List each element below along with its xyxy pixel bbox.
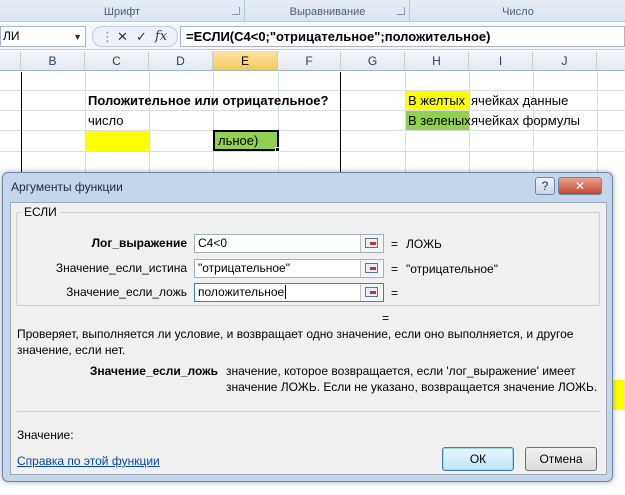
legend-yellow-highlight[interactable]: В желтых <box>408 92 465 110</box>
value-label: Значение: <box>17 428 74 442</box>
arg-result-value-if-true: "отрицательное" <box>406 262 498 276</box>
ribbon-group-font: Шрифт <box>0 0 245 22</box>
collapse-dialog-icon[interactable] <box>360 235 382 252</box>
function-arguments-dialog: Аргументы функции ? ✕ ЕСЛИ Лог_выражение… <box>2 172 613 482</box>
grid-line <box>0 151 625 152</box>
enter-formula-icon[interactable]: ✓ <box>136 28 147 46</box>
name-box-value: ЛИ <box>3 29 20 43</box>
total-eq-sign: = <box>382 311 390 325</box>
column-header-partial[interactable] <box>597 51 625 71</box>
function-group: ЕСЛИ Лог_выражение C4<0 = ЛОЖЬ Значение_… <box>16 205 600 306</box>
formula-bar: ЛИ ▼ ⋮ ✕ ✓ fx =ЕСЛИ(C4<0;"отрицательное"… <box>0 23 625 50</box>
column-header-e[interactable]: E <box>213 51 278 71</box>
insert-function-icon[interactable]: fx <box>155 28 167 46</box>
formula-buttons: ⋮ ✕ ✓ fx <box>92 26 178 47</box>
ok-button[interactable]: ОК <box>442 447 514 471</box>
column-header-b[interactable]: B <box>21 51 85 71</box>
column-header-f[interactable]: F <box>278 51 341 71</box>
divider <box>17 411 601 412</box>
active-cell-e4[interactable]: льное) <box>213 130 279 151</box>
arg-eq-sign: = <box>391 262 399 276</box>
column-header-d[interactable]: D <box>149 51 213 71</box>
arg-label-value-if-true: Значение_если_истина <box>55 261 187 275</box>
column-header-h[interactable]: H <box>405 51 469 71</box>
ribbon-group-number-label: Число <box>502 6 534 18</box>
legend-green-text[interactable]: ячейках формулы <box>471 112 580 130</box>
grid-line <box>149 72 150 182</box>
dialog-title: Аргументы функции <box>11 180 123 194</box>
grid-line <box>213 72 214 182</box>
grid-line <box>278 72 279 182</box>
fill-handle[interactable] <box>275 147 280 152</box>
column-header-i[interactable]: I <box>469 51 533 71</box>
name-box[interactable]: ЛИ ▼ <box>0 26 86 47</box>
close-button[interactable]: ✕ <box>558 177 602 195</box>
param-name: Значение_если_ложь <box>89 364 218 378</box>
arg-value-logical-test: C4<0 <box>198 236 228 250</box>
arg-label-value-if-false: Значение_если_ложь <box>66 285 187 299</box>
grid-line <box>597 72 598 182</box>
input-cell-c4[interactable] <box>86 131 149 151</box>
ribbon-group-alignment: Выравнивание <box>246 0 410 22</box>
dialog-launcher-icon[interactable] <box>397 7 405 15</box>
param-description: значение, которое возвращается, если 'ло… <box>226 364 598 394</box>
box-border-left <box>21 72 22 172</box>
collapse-dialog-icon[interactable] <box>360 284 382 301</box>
arg-eq-sign: = <box>391 286 399 300</box>
column-header-j[interactable]: J <box>533 51 597 71</box>
arg-label-logical-test: Лог_выражение <box>91 236 187 250</box>
grid-line <box>0 110 625 111</box>
collapse-dialog-icon[interactable] <box>360 260 382 277</box>
legend-yellow-text[interactable]: ячейках данные <box>471 92 568 110</box>
function-description: Проверяет, выполняется ли условие, и воз… <box>17 327 574 357</box>
arg-input-value-if-false[interactable]: положительное <box>194 283 384 302</box>
function-help-link[interactable]: Справка по этой функции <box>17 454 160 468</box>
ribbon-group-alignment-label: Выравнивание <box>289 6 366 18</box>
corner-header[interactable] <box>0 51 21 71</box>
ribbon-group-bar: Шрифт Выравнивание Число <box>0 0 625 22</box>
cancel-button[interactable]: Отмена <box>525 447 597 471</box>
yellow-cell-strip <box>612 380 625 410</box>
dialog-launcher-icon[interactable] <box>232 7 240 15</box>
legend-green-highlight[interactable]: В зеленых <box>408 112 471 130</box>
cancel-formula-icon[interactable]: ✕ <box>117 28 128 46</box>
drag-handle-icon[interactable]: ⋮ <box>101 28 114 46</box>
question-heading[interactable]: Положительное или отрицательное? <box>88 92 328 110</box>
grid-line <box>0 90 625 91</box>
arg-eq-sign: = <box>391 237 399 251</box>
dialog-body: ЕСЛИ Лог_выражение C4<0 = ЛОЖЬ Значение_… <box>10 202 607 475</box>
ribbon-group-number: Число <box>411 0 625 22</box>
formula-input[interactable]: =ЕСЛИ(C4<0;"отрицательное";положительное… <box>180 26 625 47</box>
grid-line <box>85 72 86 182</box>
ribbon-group-font-label: Шрифт <box>103 6 141 18</box>
help-button[interactable]: ? <box>535 177 555 195</box>
function-name: ЕСЛИ <box>21 205 60 219</box>
arg-input-value-if-true[interactable]: "отрицательное" <box>194 259 384 278</box>
column-header-c[interactable]: C <box>85 51 149 71</box>
column-header-g[interactable]: G <box>341 51 405 71</box>
arg-input-logical-test[interactable]: C4<0 <box>194 234 384 253</box>
text-caret <box>285 285 287 299</box>
arg-value-value-if-false: положительное <box>198 285 285 299</box>
arg-value-value-if-true: "отрицательное" <box>198 261 290 275</box>
arg-result-logical-test: ЛОЖЬ <box>406 237 442 251</box>
number-label[interactable]: число <box>88 112 124 130</box>
chevron-down-icon[interactable]: ▼ <box>73 28 82 47</box>
box-border-right <box>340 72 341 172</box>
